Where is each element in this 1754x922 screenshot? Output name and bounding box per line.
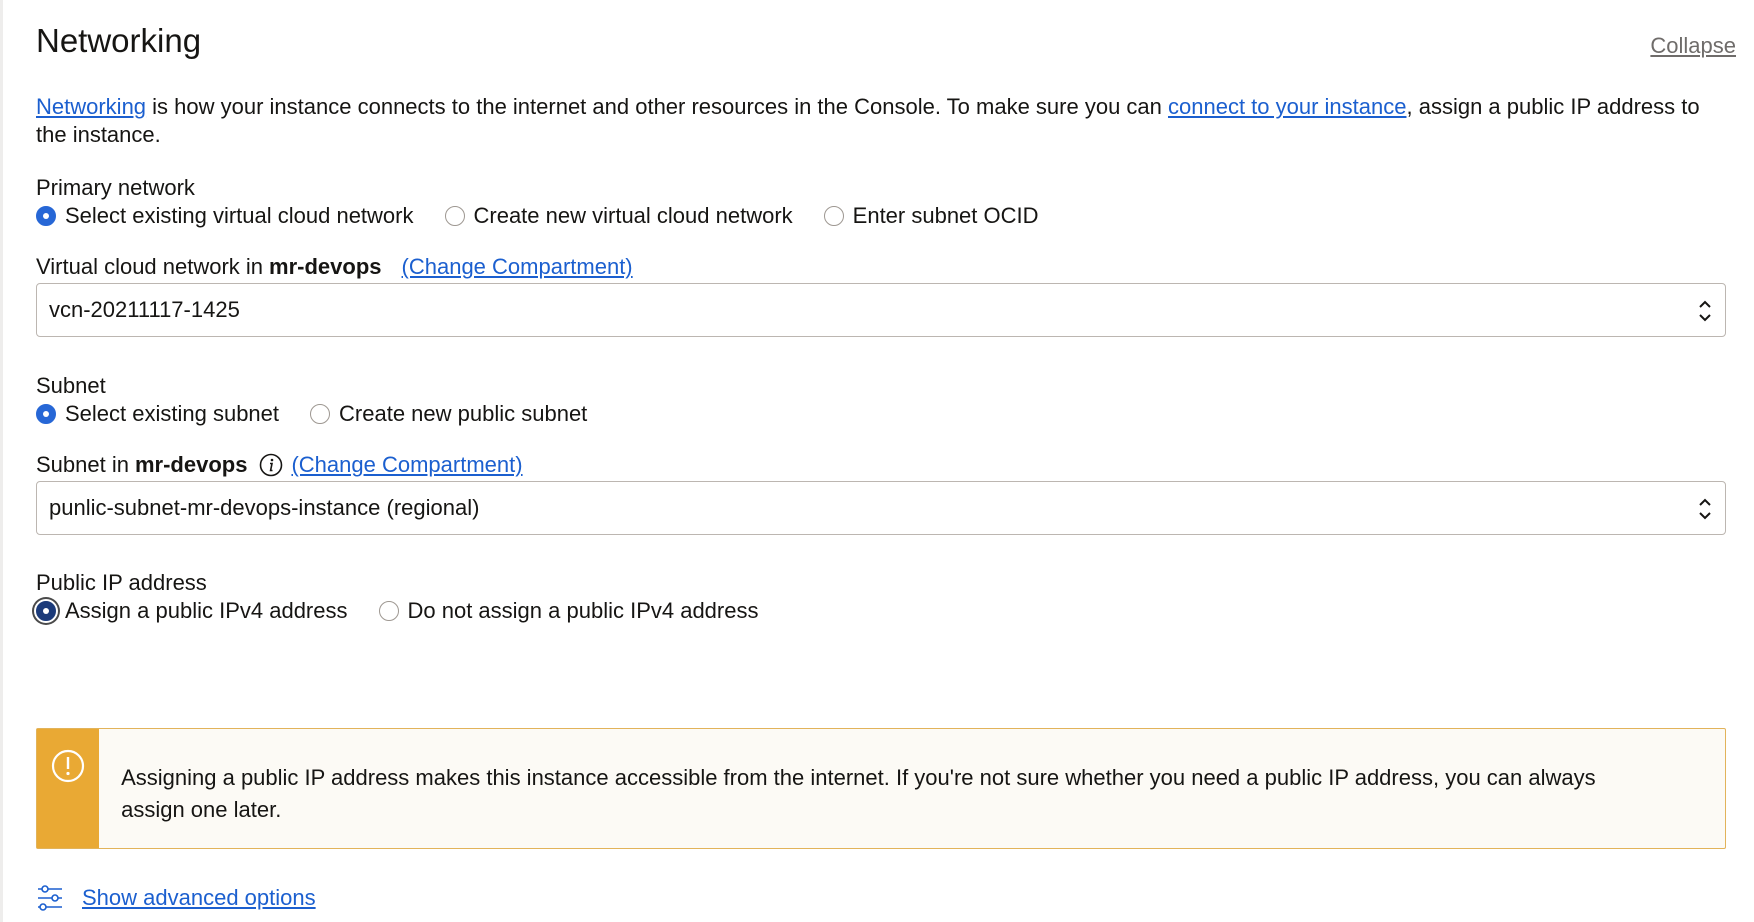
intro-paragraph: Networking is how your instance connects… [36,93,1716,149]
subnet-select-value: punlic-subnet-mr-devops-instance (region… [49,495,480,520]
radio-label: Select existing subnet [65,401,280,426]
radio-label: Select existing virtual cloud network [65,203,414,228]
subnet-label-prefix: Subnet in [36,452,129,477]
radio-label: Do not assign a public IPv4 address [407,598,759,623]
radio-create-new-public-subnet[interactable]: Create new public subnet [310,401,587,427]
vcn-label-prefix: Virtual cloud network in [36,254,264,279]
section-title: Networking [36,22,202,59]
select-chevron-icon [1699,498,1711,520]
show-advanced-options-link[interactable]: Show advanced options [82,885,316,911]
radio-label: Create new public subnet [339,401,588,426]
radio-button[interactable] [378,601,399,621]
radio-assign-public-ipv4[interactable]: Assign a public IPv4 address [36,598,348,624]
collapse-link[interactable]: Collapse [1650,33,1736,59]
radio-button-selected[interactable] [36,601,56,621]
connect-to-instance-link[interactable]: connect to your instance [1168,94,1406,119]
subnet-radio-group: Select existing subnet Create new public… [36,400,618,428]
radio-label: Enter subnet OCID [852,203,1039,228]
warning-strip [37,729,100,848]
warning-text: Assigning a public IP address makes this… [121,765,1596,822]
public-ip-label: Public IP address [36,570,207,595]
intro-text-1: is how your instance connects to the int… [146,94,1168,119]
radio-label: Create new virtual cloud network [473,203,793,228]
radio-create-new-vcn[interactable]: Create new virtual cloud network [444,203,793,229]
show-advanced-options[interactable]: Show advanced options [36,884,316,912]
public-ip-radio-group: Assign a public IPv4 address Do not assi… [36,597,789,625]
radio-button[interactable] [823,206,844,226]
vcn-select-value: vcn-20211117-1425 [49,297,240,322]
vcn-change-compartment-link[interactable]: (Change Compartment) [402,254,633,280]
vcn-compartment-name: mr-devops [269,254,382,279]
info-icon[interactable] [259,453,283,477]
radio-button-selected[interactable] [36,206,56,226]
radio-label: Assign a public IPv4 address [65,598,348,623]
radio-button[interactable] [310,404,331,424]
subnet-select[interactable]: punlic-subnet-mr-devops-instance (region… [36,481,1726,535]
primary-network-label: Primary network [36,175,195,200]
radio-do-not-assign-public-ipv4[interactable]: Do not assign a public IPv4 address [378,598,759,624]
select-chevron-icon [1699,300,1711,322]
radio-enter-subnet-ocid[interactable]: Enter subnet OCID [823,203,1039,229]
radio-select-existing-subnet[interactable]: Select existing subnet [36,401,279,427]
radio-button-selected[interactable] [36,404,56,424]
radio-button[interactable] [444,206,465,226]
primary-network-radio-group: Select existing virtual cloud network Cr… [36,202,1070,230]
radio-select-existing-vcn[interactable]: Select existing virtual cloud network [36,203,414,229]
subnet-change-compartment-link[interactable]: (Change Compartment) [291,452,522,478]
exclamation-circle-icon [51,749,85,783]
vcn-field-label: Virtual cloud network in mr-devops (Chan… [36,254,633,280]
left-border [0,0,3,922]
sliders-icon [38,885,62,911]
networking-link[interactable]: Networking [36,94,146,119]
subnet-field-label: Subnet in mr-devops (Change Compartment) [36,452,523,478]
vcn-select[interactable]: vcn-20211117-1425 [36,283,1726,337]
subnet-label: Subnet [36,373,106,398]
subnet-compartment-name: mr-devops [134,452,248,477]
warning-banner: Assigning a public IP address makes this… [36,728,1726,849]
